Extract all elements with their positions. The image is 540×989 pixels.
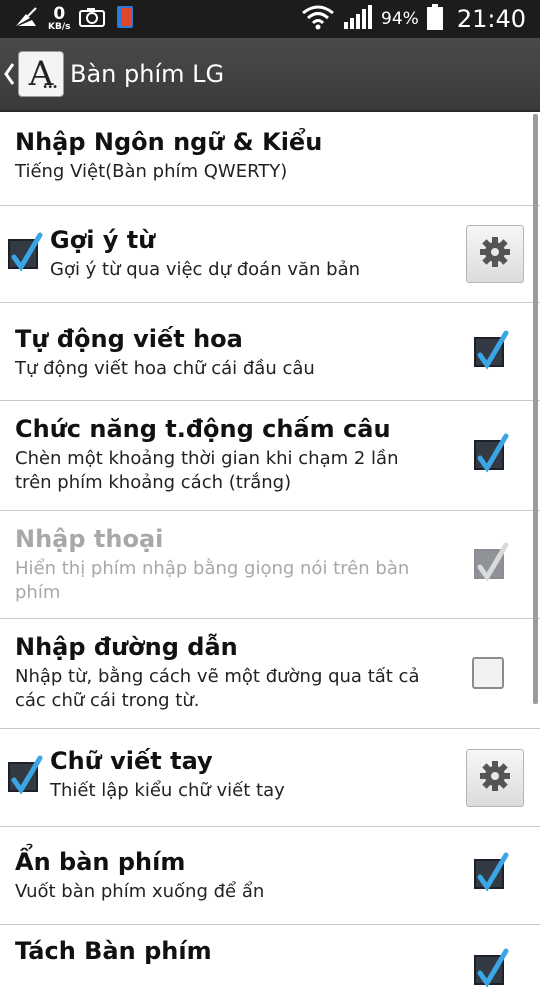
word-suggestion-settings-button[interactable] (466, 225, 524, 283)
setting-summary: Tự động viết hoa chữ cái đầu câu (15, 358, 315, 379)
signal-icon (343, 4, 373, 34)
setting-handwriting[interactable]: Chữ viết tay Thiết lập kiểu chữ viết tay (0, 729, 540, 827)
setting-summary-line2: các chữ cái trong từ. (15, 690, 200, 711)
app-notification-icon (114, 4, 136, 34)
app-icon[interactable]: A ••• (18, 51, 64, 97)
setting-title: Nhập thoại (15, 525, 164, 553)
setting-input-language[interactable]: Nhập Ngôn ngữ & Kiểu Tiếng Việt(Bàn phím… (0, 110, 540, 206)
setting-split-keyboard[interactable]: Tách Bàn phím (0, 925, 540, 988)
battery-percent: 94% (381, 9, 419, 29)
voice-input-checkbox (474, 542, 509, 582)
setting-summary: Vuốt bàn phím xuống để ẩn (15, 881, 265, 902)
action-bar: A ••• Bàn phím LG (0, 38, 540, 112)
setting-title: Nhập đường dẫn (15, 633, 238, 661)
app-icon-dots: ••• (42, 82, 58, 93)
camera-icon (78, 6, 106, 32)
setting-summary-line1: Nhập từ, bằng cách vẽ một đường qua tất … (15, 666, 420, 687)
setting-summary-line1: Chèn một khoảng thời gian khi chạm 2 lần (15, 448, 399, 469)
setting-title: Ẩn bàn phím (15, 848, 186, 876)
setting-summary-line2: trên phím khoảng cách (trắng) (15, 472, 292, 493)
setting-auto-punctuation[interactable]: Chức năng t.động chấm câu Chèn một khoản… (0, 401, 540, 511)
setting-title: Tách Bàn phím (15, 937, 212, 965)
path-input-checkbox[interactable] (472, 657, 504, 689)
setting-summary-line1: Hiển thị phím nhập bằng giọng nói trên b… (15, 558, 410, 579)
setting-summary: Gợi ý từ qua việc dự đoán văn bản (50, 259, 361, 280)
auto-punctuation-checkbox[interactable] (474, 433, 509, 473)
hide-keyboard-checkbox[interactable] (474, 852, 509, 892)
battery-icon (426, 4, 443, 34)
status-bar: 0 KB/s 94% 21:40 (0, 0, 540, 38)
cleaning-icon (14, 6, 40, 32)
auto-capitalization-checkbox[interactable] (474, 330, 509, 370)
setting-title: Gợi ý từ (50, 226, 156, 254)
data-rate-value: 0 (53, 4, 66, 24)
setting-title: Chức năng t.động chấm câu (15, 415, 391, 443)
setting-summary-line2: phím (15, 582, 61, 603)
gear-icon (478, 759, 512, 797)
settings-list: Nhập Ngôn ngữ & Kiểu Tiếng Việt(Bàn phím… (0, 110, 540, 988)
setting-word-suggestion[interactable]: Gợi ý từ Gợi ý từ qua việc dự đoán văn b… (0, 206, 540, 303)
word-suggestion-checkbox[interactable] (8, 232, 43, 272)
data-rate: 0 KB/s (48, 6, 70, 32)
back-chevron-icon[interactable] (3, 60, 15, 88)
gear-icon (478, 235, 512, 273)
setting-voice-input: Nhập thoại Hiển thị phím nhập bằng giọng… (0, 511, 540, 619)
clock: 21:40 (456, 5, 526, 33)
handwriting-settings-button[interactable] (466, 749, 524, 807)
scrollbar[interactable] (533, 114, 538, 704)
page-title: Bàn phím LG (70, 60, 225, 88)
setting-summary: Tiếng Việt(Bàn phím QWERTY) (15, 161, 288, 182)
setting-title: Chữ viết tay (50, 747, 213, 775)
wifi-icon (301, 4, 335, 34)
data-rate-unit: KB/s (48, 22, 71, 32)
setting-title: Tự động viết hoa (15, 325, 243, 353)
setting-hide-keyboard[interactable]: Ẩn bàn phím Vuốt bàn phím xuống để ẩn (0, 827, 540, 925)
handwriting-checkbox[interactable] (8, 755, 43, 795)
setting-path-input[interactable]: Nhập đường dẫn Nhập từ, bằng cách vẽ một… (0, 619, 540, 729)
setting-auto-capitalization[interactable]: Tự động viết hoa Tự động viết hoa chữ cá… (0, 303, 540, 401)
setting-summary: Thiết lập kiểu chữ viết tay (50, 780, 285, 801)
setting-title: Nhập Ngôn ngữ & Kiểu (15, 128, 323, 156)
